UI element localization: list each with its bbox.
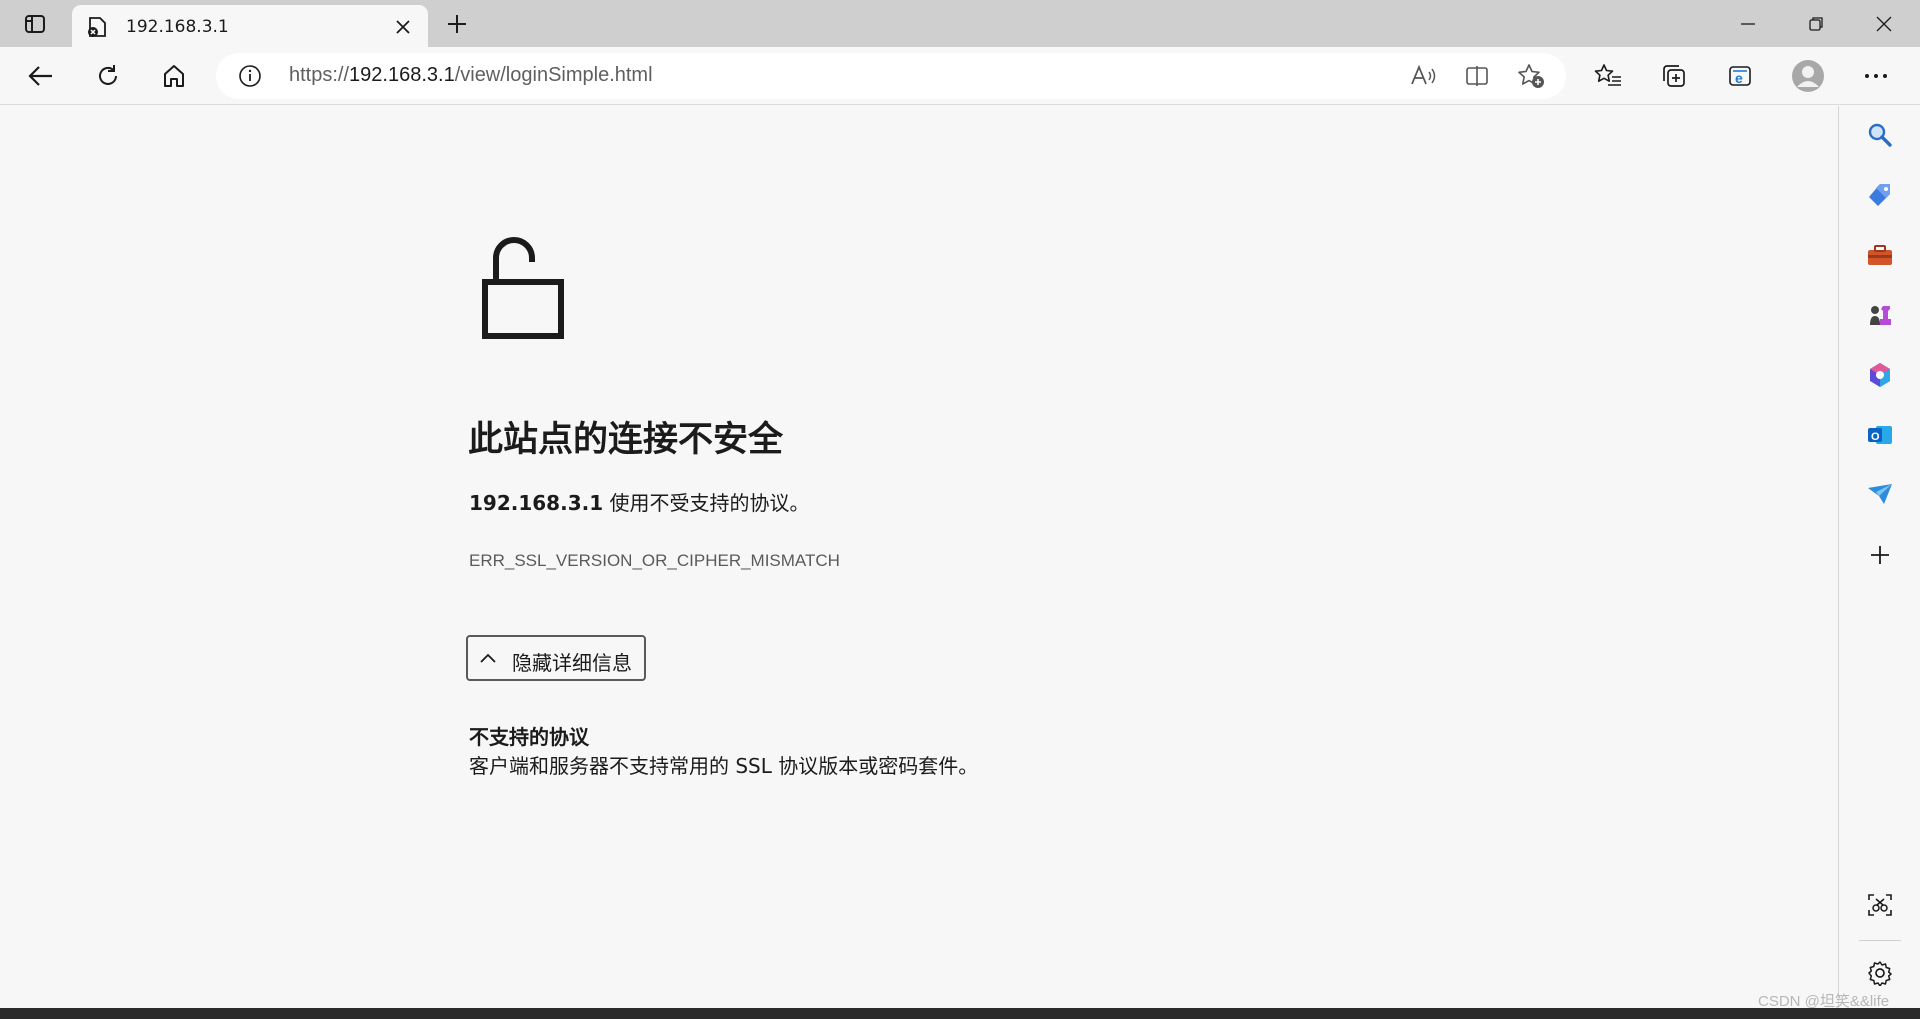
microsoft-365-icon[interactable] bbox=[1861, 356, 1899, 394]
ie-mode-icon[interactable]: e bbox=[1720, 56, 1760, 96]
shopping-tag-icon[interactable] bbox=[1861, 176, 1899, 214]
error-page: 此站点的连接不安全 192.168.3.1 使用不受支持的协议。 ERR_SSL… bbox=[0, 106, 1838, 1008]
more-icon[interactable] bbox=[1856, 56, 1896, 96]
address-bar[interactable]: https://192.168.3.1/view/loginSimple.htm… bbox=[216, 53, 1566, 99]
details-title: 不支持的协议 bbox=[469, 725, 589, 749]
details-description: 客户端和服务器不支持常用的 SSL 协议版本或密码套件。 bbox=[469, 754, 979, 778]
read-aloud-icon[interactable] bbox=[1408, 62, 1438, 90]
error-code: ERR_SSL_VERSION_OR_CIPHER_MISMATCH bbox=[469, 551, 840, 570]
games-icon[interactable] bbox=[1861, 296, 1899, 334]
taskbar-strip bbox=[0, 1008, 1920, 1019]
hide-details-label: 隐藏详细信息 bbox=[512, 651, 632, 675]
edge-sidebar: O bbox=[1838, 106, 1920, 1008]
star-add-icon[interactable] bbox=[1516, 62, 1546, 90]
favorites-icon[interactable] bbox=[1588, 56, 1628, 96]
new-tab-icon[interactable] bbox=[440, 8, 474, 40]
split-screen-icon[interactable] bbox=[1462, 62, 1492, 90]
outlook-icon[interactable]: O bbox=[1861, 416, 1899, 454]
settings-gear-icon[interactable] bbox=[1861, 954, 1899, 992]
close-tab-icon[interactable] bbox=[390, 14, 416, 40]
svg-text:O: O bbox=[1871, 431, 1880, 443]
error-message: 192.168.3.1 使用不受支持的协议。 bbox=[469, 487, 809, 516]
title-bar: 192.168.3.1 bbox=[0, 0, 1920, 47]
close-window-icon[interactable] bbox=[1850, 0, 1918, 47]
profile-icon[interactable] bbox=[1788, 56, 1828, 96]
send-icon[interactable] bbox=[1861, 476, 1899, 514]
refresh-icon[interactable] bbox=[88, 56, 128, 96]
svg-text:e: e bbox=[1735, 70, 1743, 86]
search-icon[interactable] bbox=[1861, 116, 1899, 154]
home-icon[interactable] bbox=[154, 56, 194, 96]
error-host: 192.168.3.1 bbox=[469, 491, 604, 515]
info-icon[interactable] bbox=[238, 64, 262, 88]
hide-details-button[interactable]: 隐藏详细信息 bbox=[466, 635, 646, 681]
url-host: 192.168.3.1 bbox=[349, 64, 455, 86]
restore-icon[interactable] bbox=[1782, 0, 1850, 47]
tab-actions-icon[interactable] bbox=[14, 7, 56, 41]
watermark: CSDN @坦笑&&life bbox=[1758, 993, 1890, 1010]
url-prefix: https:// bbox=[289, 64, 350, 86]
active-tab[interactable]: 192.168.3.1 bbox=[72, 5, 428, 47]
add-icon[interactable] bbox=[1861, 536, 1899, 574]
back-arrow-icon[interactable] bbox=[21, 56, 61, 96]
page-title: 此站点的连接不安全 bbox=[468, 420, 784, 460]
chevron-up-icon bbox=[478, 649, 498, 669]
error-message-text: 使用不受支持的协议。 bbox=[603, 491, 810, 515]
error-page-icon bbox=[86, 16, 108, 38]
url-path: /view/loginSimple.html bbox=[454, 64, 653, 86]
minimize-icon[interactable] bbox=[1714, 0, 1782, 47]
collections-icon[interactable] bbox=[1654, 56, 1694, 96]
unlocked-padlock-icon bbox=[476, 232, 566, 342]
sidebar-divider bbox=[1859, 940, 1901, 941]
navigation-toolbar: https://192.168.3.1/view/loginSimple.htm… bbox=[0, 47, 1920, 105]
browser-window: 192.168.3.1 https://192.168.3.1/view/log… bbox=[0, 0, 1920, 1019]
tab-title: 192.168.3.1 bbox=[126, 17, 229, 37]
screenshot-icon[interactable] bbox=[1861, 886, 1899, 924]
url-text[interactable]: https://192.168.3.1/view/loginSimple.htm… bbox=[289, 64, 653, 87]
tools-icon[interactable] bbox=[1861, 236, 1899, 274]
